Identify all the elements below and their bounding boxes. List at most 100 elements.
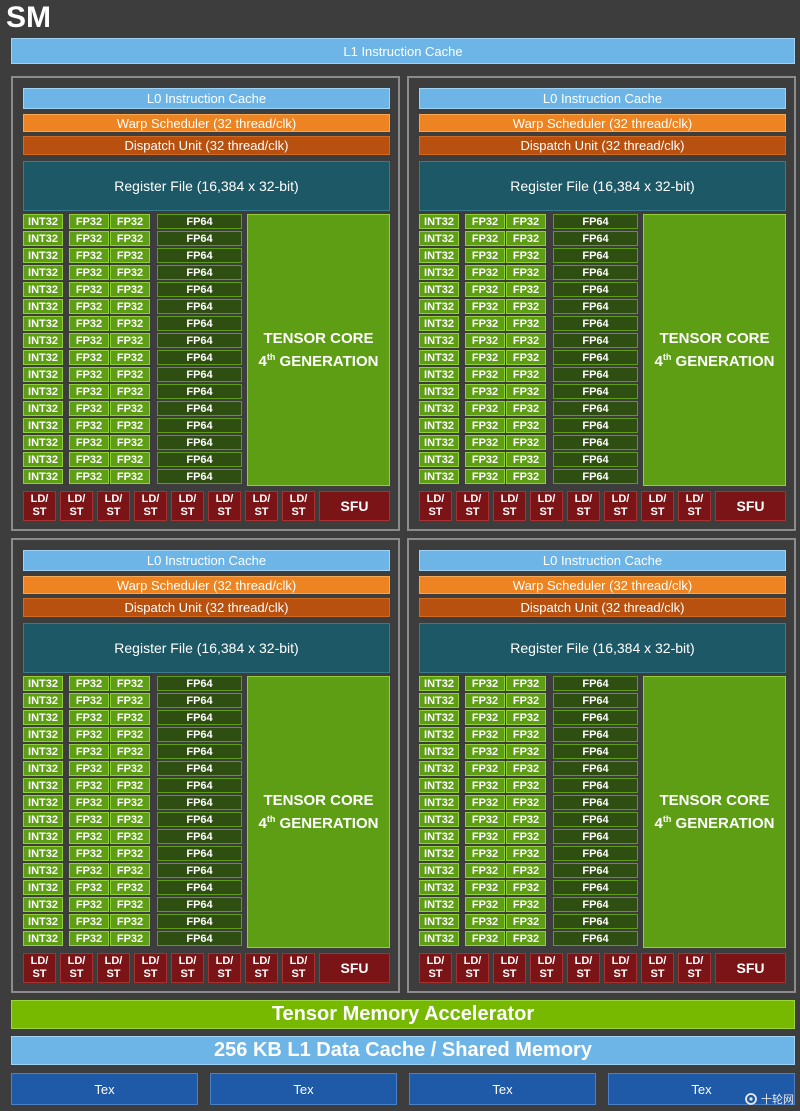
ld-label: LD/ xyxy=(463,493,482,505)
fp32-unit: FP32 xyxy=(69,710,109,725)
fp64-unit: FP64 xyxy=(157,914,242,929)
fp32-unit: FP32 xyxy=(110,846,150,861)
fp64-unit: FP64 xyxy=(157,812,242,827)
fp32-unit: FP32 xyxy=(506,744,546,759)
int32-unit: INT32 xyxy=(419,265,459,280)
fp64-unit: FP64 xyxy=(553,829,638,844)
tensor-core-line1: TENSOR CORE xyxy=(659,330,770,347)
fp32-unit: FP32 xyxy=(110,761,150,776)
st-label: ST xyxy=(217,506,232,518)
fp32-unit: FP32 xyxy=(465,693,505,708)
ld-st-unit: LD/ST xyxy=(567,953,600,983)
st-label: ST xyxy=(291,506,306,518)
fp64-unit: FP64 xyxy=(157,693,242,708)
fp32-unit: FP32 xyxy=(465,744,505,759)
st-label: ST xyxy=(539,506,554,518)
fp32-unit: FP32 xyxy=(69,401,109,416)
fp32-unit: FP32 xyxy=(110,710,150,725)
fp64-unit: FP64 xyxy=(157,248,242,263)
st-label: ST xyxy=(576,968,591,980)
fp64-unit: FP64 xyxy=(157,282,242,297)
fp64-unit: FP64 xyxy=(157,231,242,246)
fp64-unit: FP64 xyxy=(553,333,638,348)
fp32-unit: FP32 xyxy=(506,676,546,691)
int32-unit: INT32 xyxy=(23,265,63,280)
int32-unit: INT32 xyxy=(23,761,63,776)
fp32-unit: FP32 xyxy=(110,931,150,946)
fp32-unit: FP32 xyxy=(110,469,150,484)
tensor-core-line2: 4th GENERATION xyxy=(655,810,775,833)
tensor-core: TENSOR CORE 4th GENERATION xyxy=(247,214,390,486)
fp32-unit: FP32 xyxy=(506,282,546,297)
fp64-unit: FP64 xyxy=(553,231,638,246)
int32-unit: INT32 xyxy=(419,727,459,742)
l0-instruction-cache: L0 Instruction Cache xyxy=(419,550,786,571)
fp32-unit: FP32 xyxy=(506,880,546,895)
fp32-unit: FP32 xyxy=(110,265,150,280)
int32-unit: INT32 xyxy=(23,282,63,297)
fp32-unit: FP32 xyxy=(506,863,546,878)
fp32-unit: FP32 xyxy=(465,829,505,844)
int32-unit: INT32 xyxy=(419,778,459,793)
fp64-unit: FP64 xyxy=(553,316,638,331)
sm-title: SM xyxy=(6,1,51,34)
int32-unit: INT32 xyxy=(23,401,63,416)
st-label: ST xyxy=(650,968,665,980)
st-label: ST xyxy=(687,968,702,980)
fp32-unit: FP32 xyxy=(110,384,150,399)
warp-scheduler: Warp Scheduler (32 thread/clk) xyxy=(23,576,390,594)
fp32-unit: FP32 xyxy=(465,333,505,348)
sfu-unit: SFU xyxy=(715,491,786,521)
fp32-unit: FP32 xyxy=(506,727,546,742)
fp64-unit: FP64 xyxy=(157,333,242,348)
fp32-unit: FP32 xyxy=(69,778,109,793)
fp32-unit: FP32 xyxy=(69,812,109,827)
tensor-core-gen-number: 4 xyxy=(258,815,267,832)
ld-label: LD/ xyxy=(252,955,271,967)
st-label: ST xyxy=(539,968,554,980)
fp32-unit: FP32 xyxy=(506,401,546,416)
fp32-unit: FP32 xyxy=(506,316,546,331)
fp32-unit: FP32 xyxy=(69,931,109,946)
fp32-unit: FP32 xyxy=(465,282,505,297)
st-label: ST xyxy=(143,506,158,518)
fp32-unit: FP32 xyxy=(110,316,150,331)
fp64-unit: FP64 xyxy=(553,761,638,776)
processing-partition: L0 Instruction Cache Warp Scheduler (32 t… xyxy=(407,538,796,993)
fp32-unit: FP32 xyxy=(69,795,109,810)
fp64-unit: FP64 xyxy=(157,367,242,382)
st-label: ST xyxy=(465,968,480,980)
ld-label: LD/ xyxy=(178,493,197,505)
int32-unit: INT32 xyxy=(419,401,459,416)
register-file: Register File (16,384 x 32-bit) xyxy=(419,161,786,211)
tex-unit: Tex xyxy=(11,1073,198,1105)
fp32-unit: FP32 xyxy=(69,214,109,229)
fp32-unit: FP32 xyxy=(506,812,546,827)
ld-st-unit: LD/ST xyxy=(678,953,711,983)
ld-st-unit: LD/ST xyxy=(171,953,204,983)
watermark-text: 十轮网 xyxy=(761,1094,794,1106)
ld-st-unit: LD/ST xyxy=(171,491,204,521)
fp32-unit: FP32 xyxy=(69,863,109,878)
ld-label: LD/ xyxy=(215,493,234,505)
fp32-unit: FP32 xyxy=(69,727,109,742)
fp64-unit: FP64 xyxy=(553,401,638,416)
int32-unit: INT32 xyxy=(23,435,63,450)
tensor-core-generation: GENERATION xyxy=(279,815,379,832)
ld-st-unit: LD/ST xyxy=(419,491,452,521)
ld-st-unit: LD/ST xyxy=(282,491,315,521)
fp64-unit: FP64 xyxy=(157,931,242,946)
fp32-unit: FP32 xyxy=(506,214,546,229)
fp32-unit: FP32 xyxy=(506,418,546,433)
fp64-unit: FP64 xyxy=(157,452,242,467)
fp64-unit: FP64 xyxy=(553,846,638,861)
fp32-unit: FP32 xyxy=(465,231,505,246)
ld-st-unit: LD/ST xyxy=(604,491,637,521)
fp64-unit: FP64 xyxy=(157,897,242,912)
fp32-unit: FP32 xyxy=(110,676,150,691)
dispatch-unit: Dispatch Unit (32 thread/clk) xyxy=(23,136,390,155)
fp64-unit: FP64 xyxy=(157,418,242,433)
tensor-core: TENSOR CORE 4th GENERATION xyxy=(643,676,786,948)
fp64-unit: FP64 xyxy=(553,710,638,725)
tex-unit: Tex xyxy=(210,1073,397,1105)
